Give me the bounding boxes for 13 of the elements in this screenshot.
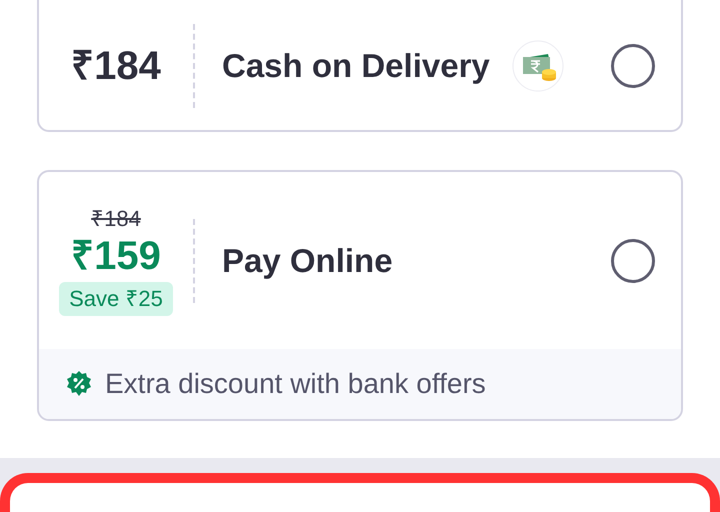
offer-text: Extra discount with bank offers [105,367,486,401]
discount-badge-icon [65,370,93,398]
radio-button[interactable] [611,238,655,282]
payment-option-card[interactable]: ₹184 Cash on Delivery [37,0,683,132]
payment-method-label: Pay Online [221,240,393,281]
savings-badge: Save ₹25 [59,282,173,316]
radio-button[interactable] [611,44,655,88]
payment-method-label: Cash on Delivery [221,46,490,86]
original-price: ₹184 [91,206,141,232]
price: ₹184 [71,43,161,90]
payment-option-card[interactable]: ₹184 ₹159 Save ₹25 Pay Online Extra discount with bank offers [37,170,683,421]
cash-coins-icon [512,40,564,92]
price: ₹159 [71,232,161,280]
